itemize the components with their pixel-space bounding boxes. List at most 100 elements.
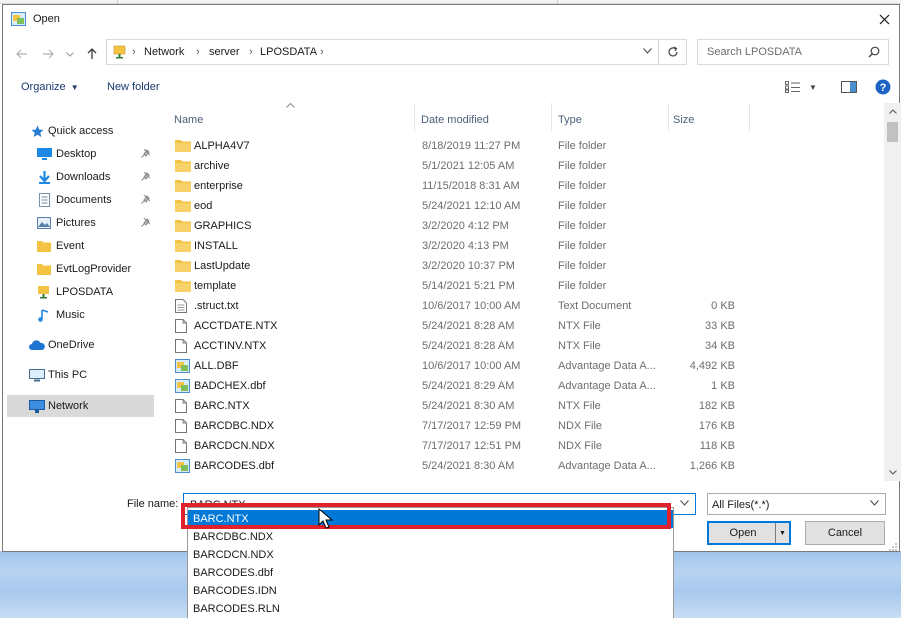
cancel-button[interactable]: Cancel (805, 521, 885, 545)
app-icon (11, 12, 26, 26)
preview-pane-icon[interactable] (840, 81, 857, 93)
file-date: 5/1/2021 12:05 AM (422, 160, 515, 172)
autocomplete-item[interactable]: BARCDBC.NDX (188, 528, 673, 546)
file-row[interactable]: eod 5/24/2021 12:10 AM File folder (166, 196, 884, 216)
file-icon (175, 399, 191, 413)
help-icon[interactable]: ? (875, 79, 891, 95)
file-row[interactable]: LastUpdate 3/2/2020 10:37 PM File folder (166, 256, 884, 276)
autocomplete-item[interactable]: BARC.NTX (188, 510, 673, 528)
file-row[interactable]: GRAPHICS 3/2/2020 4:12 PM File folder (166, 216, 884, 236)
file-row[interactable]: BARCODES.dbf 5/24/2021 8:30 AM Advantage D… (166, 456, 884, 476)
file-row[interactable]: BADCHEX.dbf 5/24/2021 8:29 AM Advantage Da… (166, 376, 884, 396)
resize-grip-icon[interactable] (888, 542, 898, 552)
nav-quick-access[interactable]: Quick access (7, 120, 154, 142)
file-type-filter[interactable]: All Files(*.*) (707, 493, 886, 515)
autocomplete-item[interactable]: BARCODES.IDN (188, 582, 673, 600)
folder-icon (175, 159, 191, 173)
file-row[interactable]: ACCTINV.NTX 5/24/2021 8:28 AM NTX File 34 K… (166, 336, 884, 356)
file-size: 1,266 KB (689, 460, 735, 472)
file-size: 1 KB (711, 380, 735, 392)
autocomplete-item[interactable]: BARCODES.dbf (188, 564, 673, 582)
file-type: Advantage Data A... (558, 360, 656, 372)
nav-event[interactable]: Event (7, 235, 154, 257)
vertical-scrollbar[interactable] (884, 103, 901, 481)
pin-icon[interactable] (141, 218, 150, 227)
file-row[interactable]: BARCDCN.NDX 7/17/2017 12:51 PM NDX File 118… (166, 436, 884, 456)
forward-button[interactable] (39, 45, 57, 63)
column-header-date[interactable]: Date modified (415, 103, 551, 131)
nav-label: Network (48, 400, 89, 412)
nav-lposdata[interactable]: LPOSDATA (7, 281, 154, 303)
chevron-down-icon[interactable] (680, 500, 689, 506)
address-dropdown-icon[interactable] (643, 48, 652, 54)
address-bar[interactable]: › Network › server › LPOSDATA › (106, 39, 687, 65)
new-folder-button[interactable]: New folder (107, 81, 160, 93)
nav-desktop[interactable]: Desktop (7, 143, 154, 165)
view-options-icon[interactable] (785, 81, 801, 93)
close-button[interactable] (869, 5, 899, 33)
column-header-type[interactable]: Type (552, 103, 668, 131)
pictures-icon (36, 216, 52, 230)
file-row[interactable]: .struct.txt 10/6/2017 10:00 AM Text Docume… (166, 296, 884, 316)
refresh-button[interactable] (658, 40, 686, 64)
nav-network[interactable]: Network (7, 395, 154, 417)
open-split-dropdown[interactable]: ▼ (775, 523, 789, 543)
file-date: 11/15/2018 8:31 AM (422, 180, 520, 192)
column-header-size[interactable]: Size (669, 103, 749, 131)
file-name: BARCODES.dbf (194, 460, 275, 472)
file-row[interactable]: ALL.DBF 10/6/2017 10:00 AM Advantage Data … (166, 356, 884, 376)
nav-evtlogprovider[interactable]: EvtLogProvider (7, 258, 154, 280)
caret-down-icon: ▼ (779, 529, 786, 537)
up-button[interactable] (83, 45, 101, 63)
file-icon (175, 439, 191, 453)
search-box[interactable]: Search LPOSDATA (697, 39, 889, 65)
file-name: BARCDCN.NDX (194, 440, 275, 452)
file-row[interactable]: template 5/14/2021 5:21 PM File folder (166, 276, 884, 296)
view-dropdown-icon[interactable]: ▼ (809, 83, 817, 92)
nav-downloads[interactable]: Downloads (7, 166, 154, 188)
autocomplete-item[interactable]: BARCDCN.NDX (188, 546, 673, 564)
file-name: ALPHA4V7 (194, 140, 250, 152)
autocomplete-item[interactable]: BARCODES.RLN (188, 600, 673, 618)
file-date: 5/24/2021 8:30 AM (422, 400, 515, 412)
file-row[interactable]: enterprise 11/15/2018 8:31 AM File folder (166, 176, 884, 196)
column-header-name[interactable]: Name (166, 103, 414, 131)
open-button[interactable]: Open ▼ (707, 521, 791, 545)
file-row[interactable]: ALPHA4V7 8/18/2019 11:27 PM File folder (166, 136, 884, 156)
file-row[interactable]: archive 5/1/2021 12:05 AM File folder (166, 156, 884, 176)
file-name: template (194, 280, 237, 292)
file-row[interactable]: BARCODES.IDN7/17/2017 12:59 PMIDN File (166, 476, 884, 477)
nav-onedrive[interactable]: OneDrive (7, 334, 154, 356)
nav-documents[interactable]: Documents (7, 189, 154, 211)
file-row[interactable]: ACCTDATE.NTX 5/24/2021 8:28 AM NTX File 33 … (166, 316, 884, 336)
folder-icon (36, 239, 52, 253)
scroll-thumb[interactable] (887, 122, 898, 142)
file-icon (175, 419, 191, 433)
pin-icon[interactable] (141, 149, 150, 158)
pin-icon[interactable] (141, 172, 150, 181)
file-icon (175, 319, 191, 333)
organize-button[interactable]: Organize ▼ (21, 81, 79, 93)
file-row[interactable]: INSTALL 3/2/2020 4:13 PM File folder (166, 236, 884, 256)
file-row[interactable]: BARCDBC.NDX 7/17/2017 12:59 PM NDX File 176… (166, 416, 884, 436)
file-row[interactable]: BARC.NTX 5/24/2021 8:30 AM NTX File 182 KB (166, 396, 884, 416)
file-name: enterprise (194, 180, 243, 192)
refresh-icon (667, 46, 678, 57)
recent-locations-button[interactable] (61, 45, 79, 63)
file-date: 10/6/2017 10:00 AM (422, 360, 521, 372)
network-icon (29, 399, 45, 413)
nav-pictures[interactable]: Pictures (7, 212, 154, 234)
breadcrumb-lposdata[interactable]: LPOSDATA (260, 46, 317, 58)
pin-icon[interactable] (141, 195, 150, 204)
scroll-up-button[interactable] (884, 103, 901, 120)
back-button[interactable] (13, 45, 31, 63)
chevron-down-icon (888, 470, 897, 475)
breadcrumb-network[interactable]: Network (144, 46, 184, 58)
breadcrumb-server[interactable]: server (209, 46, 240, 58)
nav-label: Desktop (56, 148, 97, 160)
file-type: File folder (558, 280, 607, 292)
scroll-down-button[interactable] (884, 464, 901, 481)
nav-label: Downloads (56, 171, 111, 183)
nav-this-pc[interactable]: This PC (7, 364, 154, 386)
nav-music[interactable]: Music (7, 304, 154, 326)
